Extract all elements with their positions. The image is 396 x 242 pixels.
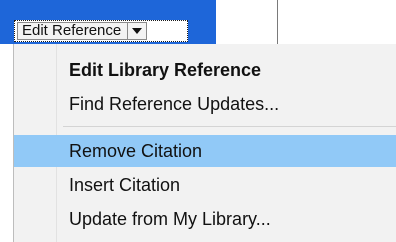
chevron-down-icon[interactable] [128, 23, 146, 39]
edit-reference-label[interactable]: Edit Reference [18, 23, 129, 39]
menu-item-label: Find Reference Updates... [69, 93, 280, 114]
menu-item-edit-library-reference[interactable]: Edit Library Reference [14, 54, 396, 86]
edit-reference-button[interactable]: Edit Reference [17, 22, 148, 40]
context-menu: Edit Library Reference Find Reference Up… [13, 44, 396, 242]
menu-item-update-from-my-library[interactable]: Update from My Library... [14, 203, 396, 235]
menu-item-remove-citation[interactable]: Remove Citation [14, 135, 396, 167]
menu-item-label: Remove Citation [69, 140, 203, 161]
menu-item-insert-citation[interactable]: Insert Citation [14, 169, 396, 201]
menu-item-find-reference-updates[interactable]: Find Reference Updates... [14, 88, 396, 120]
menu-item-label: Update from My Library... [69, 208, 271, 229]
menu-item-label: Insert Citation [69, 174, 181, 195]
menu-separator [63, 126, 396, 127]
menu-item-label: Edit Library Reference [69, 59, 262, 80]
document-divider [277, 0, 278, 44]
